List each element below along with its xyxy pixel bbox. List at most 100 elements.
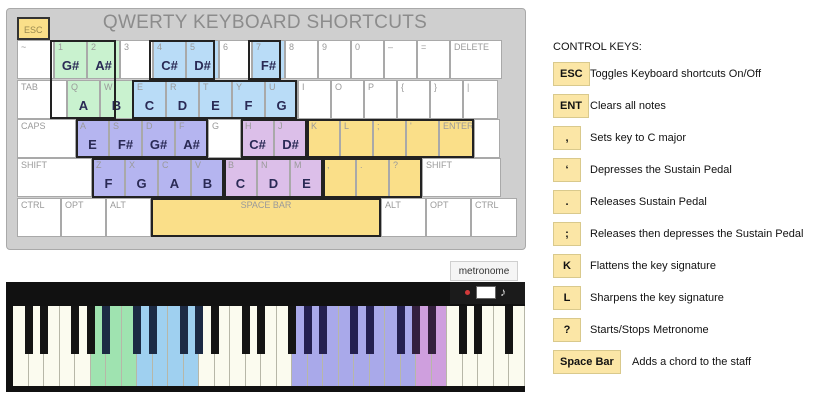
piano-black-key[interactable] xyxy=(40,306,48,354)
key-caps-r2c0[interactable]: CAPS xyxy=(17,119,76,158)
piano-black-key[interactable] xyxy=(288,306,296,354)
key-k-r2c8[interactable]: K xyxy=(307,119,340,158)
key-g-r2c5[interactable]: G xyxy=(208,119,241,158)
metronome-tempo-field[interactable] xyxy=(476,286,496,299)
key-shift-r3c0[interactable]: SHIFT xyxy=(17,158,92,197)
key-ctrl-r4c0[interactable]: CTRL xyxy=(17,198,61,237)
key-enter-r2c12[interactable]: ENTER xyxy=(439,119,474,158)
piano-black-key[interactable] xyxy=(257,306,265,354)
piano-black-key[interactable] xyxy=(71,306,79,354)
key-j-r2c7[interactable]: J D# xyxy=(274,119,307,158)
key-v-r3c4[interactable]: VB xyxy=(191,158,224,197)
piano-black-key[interactable] xyxy=(505,306,513,354)
key-symbol-r1c11[interactable]: { xyxy=(397,80,430,119)
key-symbol-r2c10[interactable]: ; xyxy=(373,119,406,158)
piano-black-key[interactable] xyxy=(133,306,141,354)
key-x-r3c2[interactable]: XG xyxy=(125,158,158,197)
key-n-r3c6[interactable]: ND xyxy=(257,158,290,197)
key-b-r3c5[interactable]: BC xyxy=(224,158,257,197)
piano-black-key[interactable] xyxy=(396,306,405,354)
key-opt-r4c1[interactable]: OPT xyxy=(61,198,106,237)
key-symbol-r2c11[interactable]: ' xyxy=(406,119,439,158)
piano-black-key[interactable] xyxy=(195,306,203,354)
key-l-r2c9[interactable]: L xyxy=(340,119,373,158)
key-delete-r0c13[interactable]: DELETE xyxy=(450,40,502,79)
key-z-r3c1[interactable]: ZF xyxy=(92,158,125,197)
key-e-r1c3[interactable]: EC xyxy=(133,80,166,119)
key-note: B xyxy=(111,98,122,113)
key-2-r0c2[interactable]: 2 A# xyxy=(87,40,120,79)
piano-black-key[interactable] xyxy=(102,306,110,354)
key-symbol-r1c12[interactable]: } xyxy=(430,80,463,119)
control-key-badge: ENT xyxy=(553,94,589,118)
key-i-r1c8[interactable]: I xyxy=(298,80,331,119)
key-p-r1c10[interactable]: P xyxy=(364,80,397,119)
key-label: R xyxy=(170,82,177,92)
key-o-r1c9[interactable]: O xyxy=(331,80,364,119)
key-8-r0c8[interactable]: 8 xyxy=(285,40,318,79)
piano-black-key[interactable] xyxy=(474,306,482,354)
key-a-r2c1[interactable]: AE xyxy=(76,119,109,158)
key-d-r2c3[interactable]: D G# xyxy=(142,119,175,158)
piano-black-key[interactable] xyxy=(241,306,250,354)
key-shift-r3c11[interactable]: SHIFT xyxy=(422,158,501,197)
metronome-bar: ♪ xyxy=(450,282,525,304)
key-7-r0c7[interactable]: 7 F# xyxy=(252,40,285,79)
key-alt-r4c2[interactable]: ALT xyxy=(106,198,151,237)
piano-black-key[interactable] xyxy=(86,306,95,354)
key-label: 6 xyxy=(223,42,229,52)
key-label: SPACE BAR xyxy=(240,200,292,210)
piano-black-key[interactable] xyxy=(303,306,312,354)
key-symbol-r3c8[interactable]: , xyxy=(323,158,356,197)
key-tab-r1c0[interactable]: TAB xyxy=(17,80,67,119)
piano-black-key[interactable] xyxy=(24,306,33,354)
key-label: V xyxy=(195,160,202,170)
piano-black-key[interactable] xyxy=(210,306,219,354)
key-symbol-r1c13[interactable]: | xyxy=(463,80,498,119)
key-c-r3c3[interactable]: CA xyxy=(158,158,191,197)
control-key-badge: ; xyxy=(553,222,581,246)
key-label: ? xyxy=(393,160,399,170)
key-symbol-r0c12[interactable]: = xyxy=(417,40,450,79)
key-symbol-r3c10[interactable]: ? xyxy=(389,158,422,197)
key-3-r0c3[interactable]: 3 xyxy=(120,40,153,79)
key-alt-r4c4[interactable]: ALT xyxy=(381,198,426,237)
piano-black-key[interactable] xyxy=(412,306,420,354)
piano-black-key[interactable] xyxy=(319,306,327,354)
piano-black-key[interactable] xyxy=(365,306,374,354)
metronome-label[interactable]: metronome xyxy=(450,261,518,281)
key-h-r2c6[interactable]: H C# xyxy=(241,119,274,158)
key-1-r0c1[interactable]: 1 G# xyxy=(54,40,87,79)
key-t-r1c5[interactable]: TE xyxy=(199,80,232,119)
key-symbol-r0c11[interactable]: – xyxy=(384,40,417,79)
piano-black-key[interactable] xyxy=(427,306,436,354)
piano-black-key[interactable] xyxy=(350,306,358,354)
key-note: C# xyxy=(249,137,266,152)
key-r-r1c4[interactable]: RD xyxy=(166,80,199,119)
key-f-r2c4[interactable]: F A# xyxy=(175,119,208,158)
metronome-icon[interactable]: ♪ xyxy=(500,285,506,299)
key-symbol-r3c9[interactable]: . xyxy=(356,158,389,197)
key-blank-r2c13[interactable] xyxy=(474,119,500,158)
key-q-r1c1[interactable]: QA xyxy=(67,80,100,119)
key-y-r1c6[interactable]: YF xyxy=(232,80,265,119)
key-label: Q xyxy=(71,82,79,92)
key-u-r1c7[interactable]: UG xyxy=(265,80,298,119)
piano-black-key[interactable] xyxy=(148,306,157,354)
key-4-r0c4[interactable]: 4 C# xyxy=(153,40,186,79)
piano-black-key[interactable] xyxy=(179,306,188,354)
piano-black-key[interactable] xyxy=(458,306,467,354)
key-ctrl-r4c6[interactable]: CTRL xyxy=(471,198,517,237)
key-opt-r4c5[interactable]: OPT xyxy=(426,198,471,237)
key-label: SHIFT xyxy=(21,160,47,170)
key-label: OPT xyxy=(65,200,84,210)
key-s-r2c2[interactable]: S F# xyxy=(109,119,142,158)
key-symbol-r0c0[interactable]: ~ xyxy=(17,40,54,79)
key-6-r0c6[interactable]: 6 xyxy=(219,40,252,79)
key-m-r3c7[interactable]: ME xyxy=(290,158,323,197)
key-w-r1c2[interactable]: WB xyxy=(100,80,133,119)
key-0-r0c10[interactable]: 0 xyxy=(351,40,384,79)
key-9-r0c9[interactable]: 9 xyxy=(318,40,351,79)
key-5-r0c5[interactable]: 5 D# xyxy=(186,40,219,79)
key-spacebar-r4c3[interactable]: SPACE BAR xyxy=(151,198,381,237)
